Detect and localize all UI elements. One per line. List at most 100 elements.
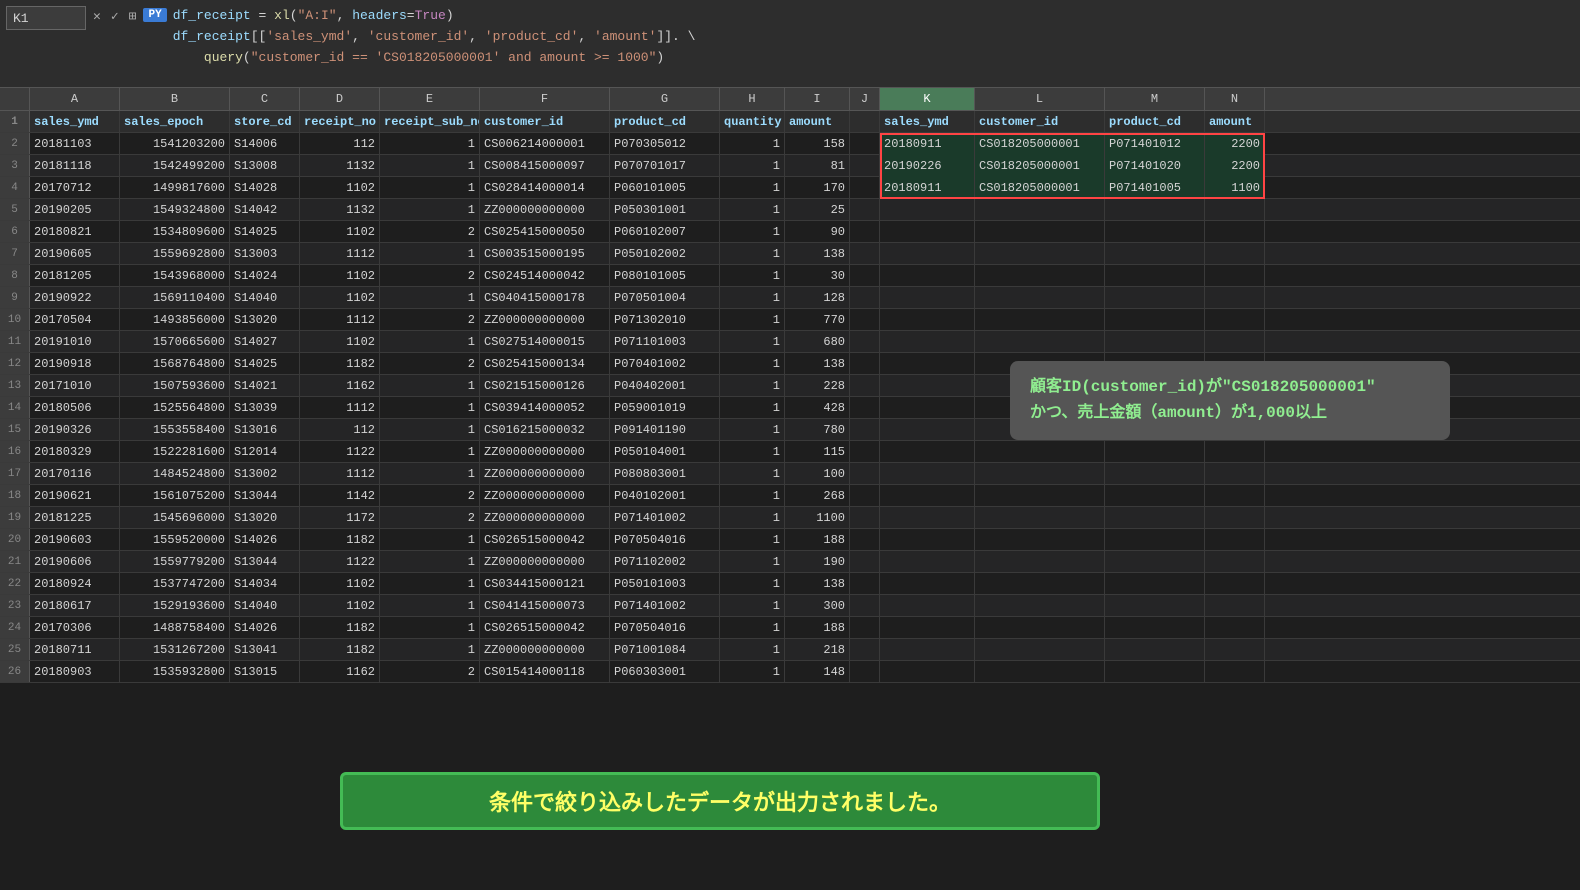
cell-j2[interactable] (850, 133, 880, 155)
cell-g23[interactable]: P071401002 (610, 595, 720, 617)
cell-l22[interactable] (975, 573, 1105, 595)
cell-c19[interactable]: S13020 (230, 507, 300, 529)
col-header-l[interactable]: L (975, 88, 1105, 110)
cell-m16[interactable] (1105, 441, 1205, 463)
cell-b18[interactable]: 1561075200 (120, 485, 230, 507)
cell-k18[interactable] (880, 485, 975, 507)
cell-h7[interactable]: 1 (720, 243, 785, 265)
cell-m22[interactable] (1105, 573, 1205, 595)
cell-h20[interactable]: 1 (720, 529, 785, 551)
cell-i14[interactable]: 428 (785, 397, 850, 419)
cell-n7[interactable] (1205, 243, 1265, 265)
cell-h15[interactable]: 1 (720, 419, 785, 441)
cell-n16[interactable] (1205, 441, 1265, 463)
cell-i22[interactable]: 138 (785, 573, 850, 595)
cell-i19[interactable]: 1100 (785, 507, 850, 529)
col-header-k[interactable]: K (880, 88, 975, 110)
cell-k7[interactable] (880, 243, 975, 265)
cell-e7[interactable]: 1 (380, 243, 480, 265)
cell-i2[interactable]: 158 (785, 133, 850, 155)
cell-e13[interactable]: 1 (380, 375, 480, 397)
cell-i12[interactable]: 138 (785, 353, 850, 375)
cell-d12[interactable]: 1182 (300, 353, 380, 375)
cell-m20[interactable] (1105, 529, 1205, 551)
cell-a7[interactable]: 20190605 (30, 243, 120, 265)
cell-h22[interactable]: 1 (720, 573, 785, 595)
cell-e1[interactable]: receipt_sub_no (380, 111, 480, 133)
cell-l17[interactable] (975, 463, 1105, 485)
cell-a8[interactable]: 20181205 (30, 265, 120, 287)
cell-n5[interactable] (1205, 199, 1265, 221)
cell-b20[interactable]: 1559520000 (120, 529, 230, 551)
cell-j17[interactable] (850, 463, 880, 485)
cell-m7[interactable] (1105, 243, 1205, 265)
col-header-m[interactable]: M (1105, 88, 1205, 110)
cell-c20[interactable]: S14026 (230, 529, 300, 551)
cell-n22[interactable] (1205, 573, 1265, 595)
cell-d11[interactable]: 1102 (300, 331, 380, 353)
cell-i21[interactable]: 190 (785, 551, 850, 573)
cell-d22[interactable]: 1102 (300, 573, 380, 595)
cell-j23[interactable] (850, 595, 880, 617)
cell-h17[interactable]: 1 (720, 463, 785, 485)
cell-c16[interactable]: S12014 (230, 441, 300, 463)
cell-i13[interactable]: 228 (785, 375, 850, 397)
cell-g21[interactable]: P071102002 (610, 551, 720, 573)
cell-e11[interactable]: 1 (380, 331, 480, 353)
cell-h16[interactable]: 1 (720, 441, 785, 463)
cell-j12[interactable] (850, 353, 880, 375)
cell-c22[interactable]: S14034 (230, 573, 300, 595)
cell-j4[interactable] (850, 177, 880, 199)
cell-e2[interactable]: 1 (380, 133, 480, 155)
cell-c18[interactable]: S13044 (230, 485, 300, 507)
cell-j26[interactable] (850, 661, 880, 683)
cell-l26[interactable] (975, 661, 1105, 683)
cell-n17[interactable] (1205, 463, 1265, 485)
cell-f14[interactable]: CS039414000052 (480, 397, 610, 419)
cell-n26[interactable] (1205, 661, 1265, 683)
cell-h21[interactable]: 1 (720, 551, 785, 573)
cell-h6[interactable]: 1 (720, 221, 785, 243)
cell-h26[interactable]: 1 (720, 661, 785, 683)
cell-n11[interactable] (1205, 331, 1265, 353)
cell-n18[interactable] (1205, 485, 1265, 507)
cell-a20[interactable]: 20190603 (30, 529, 120, 551)
cell-c6[interactable]: S14025 (230, 221, 300, 243)
cell-m11[interactable] (1105, 331, 1205, 353)
cell-m10[interactable] (1105, 309, 1205, 331)
cell-a25[interactable]: 20180711 (30, 639, 120, 661)
cell-l6[interactable] (975, 221, 1105, 243)
cell-n3[interactable]: 2200 (1205, 155, 1265, 177)
cell-k23[interactable] (880, 595, 975, 617)
cell-l24[interactable] (975, 617, 1105, 639)
cell-b7[interactable]: 1559692800 (120, 243, 230, 265)
cell-f22[interactable]: CS034415000121 (480, 573, 610, 595)
cell-g13[interactable]: P040402001 (610, 375, 720, 397)
cell-k12[interactable] (880, 353, 975, 375)
cell-m6[interactable] (1105, 221, 1205, 243)
cell-j10[interactable] (850, 309, 880, 331)
cell-d1[interactable]: receipt_no (300, 111, 380, 133)
cell-b6[interactable]: 1534809600 (120, 221, 230, 243)
cell-c4[interactable]: S14028 (230, 177, 300, 199)
cell-k11[interactable] (880, 331, 975, 353)
cell-k14[interactable] (880, 397, 975, 419)
cell-a13[interactable]: 20171010 (30, 375, 120, 397)
cell-a11[interactable]: 20191010 (30, 331, 120, 353)
cell-j16[interactable] (850, 441, 880, 463)
cell-d18[interactable]: 1142 (300, 485, 380, 507)
cell-n9[interactable] (1205, 287, 1265, 309)
cell-a21[interactable]: 20190606 (30, 551, 120, 573)
cell-g3[interactable]: P070701017 (610, 155, 720, 177)
cell-n25[interactable] (1205, 639, 1265, 661)
cell-n19[interactable] (1205, 507, 1265, 529)
cell-i17[interactable]: 100 (785, 463, 850, 485)
cell-b3[interactable]: 1542499200 (120, 155, 230, 177)
cell-g24[interactable]: P070504016 (610, 617, 720, 639)
cell-k10[interactable] (880, 309, 975, 331)
cell-g19[interactable]: P071401002 (610, 507, 720, 529)
cell-j7[interactable] (850, 243, 880, 265)
cell-k19[interactable] (880, 507, 975, 529)
cell-h9[interactable]: 1 (720, 287, 785, 309)
cell-n23[interactable] (1205, 595, 1265, 617)
